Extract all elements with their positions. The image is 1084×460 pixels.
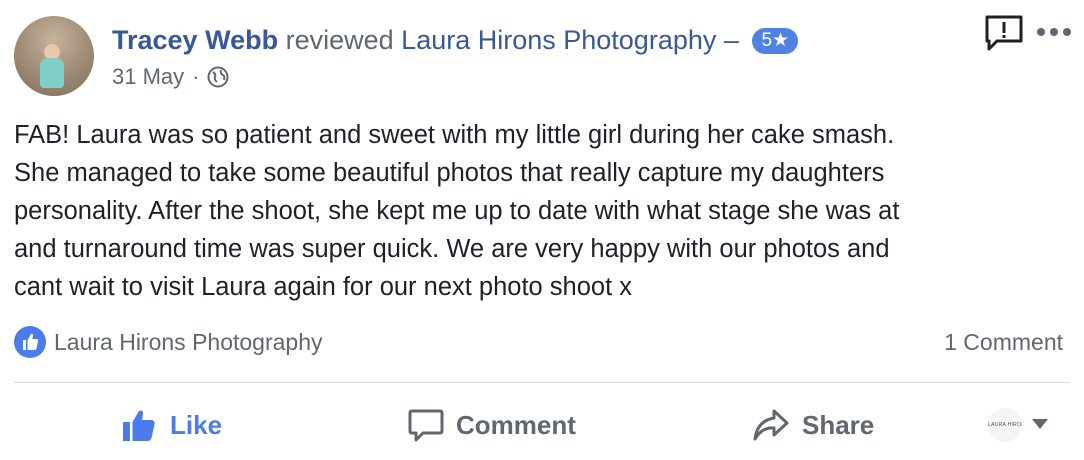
comment-button[interactable]: Comment bbox=[408, 400, 576, 450]
thumbs-up-icon bbox=[120, 406, 158, 444]
headline-dash: – bbox=[723, 25, 739, 55]
post-as-selector[interactable]: LAURA HIRONS bbox=[988, 408, 1048, 442]
globe-icon[interactable] bbox=[207, 66, 229, 88]
avatar-photo-body bbox=[40, 58, 64, 88]
chevron-down-icon bbox=[1032, 416, 1048, 434]
comment-label: Comment bbox=[456, 409, 576, 440]
post-headline: Tracey Webb reviewed Laura Hirons Photog… bbox=[112, 22, 799, 58]
speech-bubble-icon bbox=[408, 407, 444, 443]
more-options-icon[interactable] bbox=[1036, 24, 1072, 40]
reviewed-page-link[interactable]: Laura Hirons Photography bbox=[401, 25, 716, 55]
post-date-link[interactable]: 31 May bbox=[112, 62, 184, 92]
review-text: FAB! Laura was so patient and sweet with… bbox=[14, 121, 900, 301]
report-icon[interactable] bbox=[984, 14, 1024, 52]
like-reaction-icon[interactable] bbox=[14, 326, 46, 358]
review-post: Tracey Webb reviewed Laura Hirons Photog… bbox=[0, 0, 1084, 460]
rating-badge: 5★ bbox=[752, 28, 799, 54]
author-avatar[interactable] bbox=[14, 16, 94, 96]
share-arrow-icon bbox=[752, 407, 790, 443]
comment-count-link[interactable]: 1 Comment bbox=[944, 326, 1063, 358]
author-name-link[interactable]: Tracey Webb bbox=[112, 25, 278, 55]
share-button[interactable]: Share bbox=[752, 400, 874, 450]
divider bbox=[14, 382, 1070, 383]
like-button[interactable]: Like bbox=[120, 400, 222, 450]
action-verb: reviewed bbox=[285, 25, 394, 55]
post-meta: 31 May · bbox=[112, 62, 229, 92]
page-mini-avatar: LAURA HIRONS bbox=[988, 408, 1022, 442]
reactor-name-link[interactable]: Laura Hirons Photography bbox=[54, 326, 323, 358]
share-label: Share bbox=[802, 409, 875, 440]
like-label: Like bbox=[170, 409, 223, 440]
meta-separator: · bbox=[192, 64, 200, 89]
